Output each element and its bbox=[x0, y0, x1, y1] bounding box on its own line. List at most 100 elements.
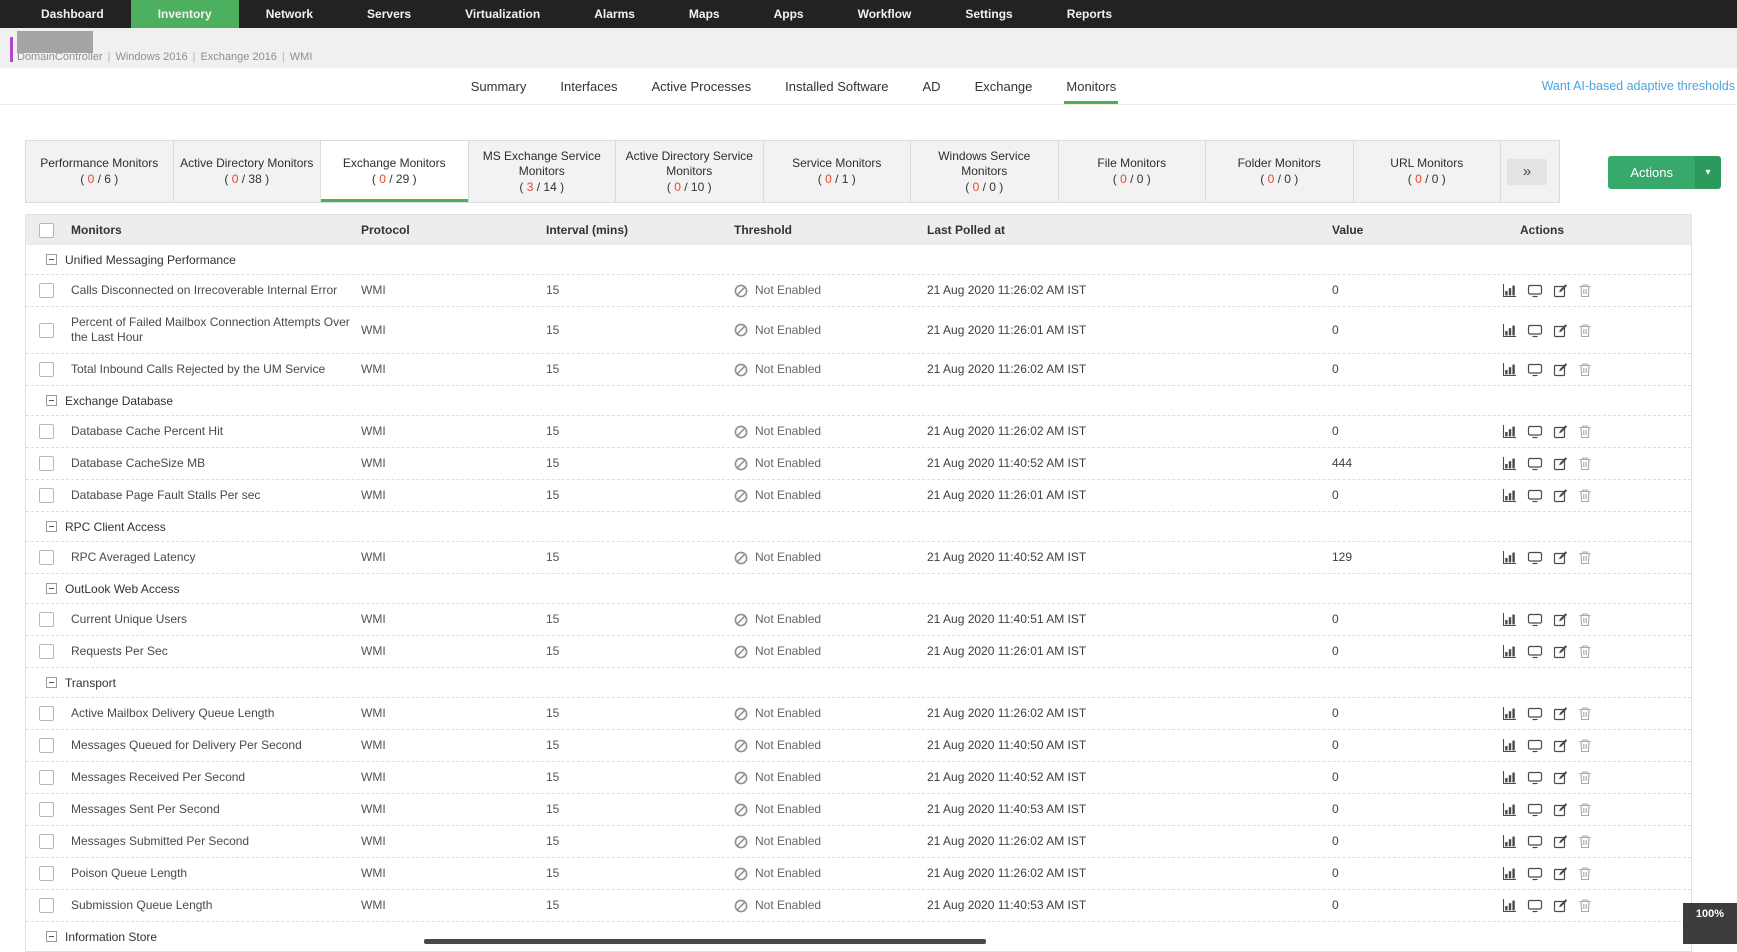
monitor-display-icon[interactable] bbox=[1527, 738, 1543, 753]
graph-icon[interactable] bbox=[1502, 770, 1517, 785]
monitor-tab-active-directory-service-monitors[interactable]: Active Directory Service Monitors ( 0 / … bbox=[616, 141, 764, 202]
nav-item-apps[interactable]: Apps bbox=[747, 0, 831, 28]
more-tabs-button[interactable]: » bbox=[1507, 159, 1547, 185]
monitor-display-icon[interactable] bbox=[1527, 283, 1543, 298]
row-checkbox[interactable] bbox=[39, 424, 54, 439]
graph-icon[interactable] bbox=[1502, 488, 1517, 503]
tab-active-processes[interactable]: Active Processes bbox=[649, 68, 753, 104]
edit-icon[interactable] bbox=[1553, 424, 1568, 439]
monitor-name[interactable]: Calls Disconnected on Irrecoverable Inte… bbox=[71, 283, 361, 298]
graph-icon[interactable] bbox=[1502, 612, 1517, 627]
monitor-name[interactable]: Database Cache Percent Hit bbox=[71, 424, 361, 439]
delete-icon[interactable] bbox=[1578, 323, 1592, 338]
monitor-name[interactable]: Total Inbound Calls Rejected by the UM S… bbox=[71, 362, 361, 377]
delete-icon[interactable] bbox=[1578, 802, 1592, 817]
breadcrumb-item-exchange-2016[interactable]: Exchange 2016 bbox=[200, 51, 276, 63]
row-checkbox[interactable] bbox=[39, 866, 54, 881]
breadcrumb-item-windows-2016[interactable]: Windows 2016 bbox=[115, 51, 187, 63]
nav-item-alarms[interactable]: Alarms bbox=[567, 0, 662, 28]
row-checkbox[interactable] bbox=[39, 456, 54, 471]
select-all-checkbox[interactable] bbox=[39, 223, 54, 238]
row-checkbox[interactable] bbox=[39, 612, 54, 627]
monitor-name[interactable]: Current Unique Users bbox=[71, 612, 361, 627]
row-checkbox[interactable] bbox=[39, 898, 54, 913]
delete-icon[interactable] bbox=[1578, 834, 1592, 849]
row-checkbox[interactable] bbox=[39, 802, 54, 817]
monitor-tab-active-directory-monitors[interactable]: Active Directory Monitors ( 0 / 38 ) bbox=[174, 141, 322, 202]
breadcrumb-item-wmi[interactable]: WMI bbox=[290, 51, 313, 63]
monitor-name[interactable]: Poison Queue Length bbox=[71, 866, 361, 881]
nav-item-inventory[interactable]: Inventory bbox=[131, 0, 239, 28]
collapse-minus-icon[interactable] bbox=[46, 395, 57, 406]
monitor-name[interactable]: Requests Per Sec bbox=[71, 644, 361, 659]
graph-icon[interactable] bbox=[1502, 866, 1517, 881]
collapse-minus-icon[interactable] bbox=[46, 931, 57, 942]
monitor-display-icon[interactable] bbox=[1527, 424, 1543, 439]
tab-summary[interactable]: Summary bbox=[469, 68, 529, 104]
monitor-display-icon[interactable] bbox=[1527, 834, 1543, 849]
delete-icon[interactable] bbox=[1578, 283, 1592, 298]
monitor-name[interactable]: Messages Queued for Delivery Per Second bbox=[71, 738, 361, 753]
breadcrumb-item-domaincontroller[interactable]: DomainController bbox=[17, 51, 103, 63]
edit-icon[interactable] bbox=[1553, 866, 1568, 881]
nav-item-dashboard[interactable]: Dashboard bbox=[14, 0, 131, 28]
monitor-name[interactable]: Database Page Fault Stalls Per sec bbox=[71, 488, 361, 503]
monitor-name[interactable]: Active Mailbox Delivery Queue Length bbox=[71, 706, 361, 721]
delete-icon[interactable] bbox=[1578, 550, 1592, 565]
monitor-display-icon[interactable] bbox=[1527, 866, 1543, 881]
monitor-display-icon[interactable] bbox=[1527, 644, 1543, 659]
delete-icon[interactable] bbox=[1578, 362, 1592, 377]
edit-icon[interactable] bbox=[1553, 550, 1568, 565]
monitor-name[interactable]: Percent of Failed Mailbox Connection Att… bbox=[71, 315, 361, 345]
delete-icon[interactable] bbox=[1578, 866, 1592, 881]
edit-icon[interactable] bbox=[1553, 738, 1568, 753]
delete-icon[interactable] bbox=[1578, 738, 1592, 753]
nav-item-servers[interactable]: Servers bbox=[340, 0, 438, 28]
edit-icon[interactable] bbox=[1553, 362, 1568, 377]
row-checkbox[interactable] bbox=[39, 738, 54, 753]
edit-icon[interactable] bbox=[1553, 283, 1568, 298]
monitor-display-icon[interactable] bbox=[1527, 898, 1543, 913]
delete-icon[interactable] bbox=[1578, 706, 1592, 721]
row-checkbox[interactable] bbox=[39, 323, 54, 338]
monitor-display-icon[interactable] bbox=[1527, 323, 1543, 338]
graph-icon[interactable] bbox=[1502, 898, 1517, 913]
row-checkbox[interactable] bbox=[39, 706, 54, 721]
graph-icon[interactable] bbox=[1502, 424, 1517, 439]
monitor-name[interactable]: Messages Submitted Per Second bbox=[71, 834, 361, 849]
monitor-tab-exchange-monitors[interactable]: Exchange Monitors ( 0 / 29 ) bbox=[321, 141, 469, 202]
graph-icon[interactable] bbox=[1502, 644, 1517, 659]
delete-icon[interactable] bbox=[1578, 644, 1592, 659]
row-checkbox[interactable] bbox=[39, 550, 54, 565]
actions-button[interactable]: Actions ▾ bbox=[1608, 156, 1721, 189]
collapse-minus-icon[interactable] bbox=[46, 254, 57, 265]
row-checkbox[interactable] bbox=[39, 283, 54, 298]
monitor-display-icon[interactable] bbox=[1527, 706, 1543, 721]
graph-icon[interactable] bbox=[1502, 802, 1517, 817]
graph-icon[interactable] bbox=[1502, 456, 1517, 471]
edit-icon[interactable] bbox=[1553, 802, 1568, 817]
collapse-minus-icon[interactable] bbox=[46, 583, 57, 594]
monitor-tab-folder-monitors[interactable]: Folder Monitors ( 0 / 0 ) bbox=[1206, 141, 1354, 202]
tab-ad[interactable]: AD bbox=[921, 68, 943, 104]
nav-item-maps[interactable]: Maps bbox=[662, 0, 747, 28]
edit-icon[interactable] bbox=[1553, 456, 1568, 471]
graph-icon[interactable] bbox=[1502, 283, 1517, 298]
nav-item-virtualization[interactable]: Virtualization bbox=[438, 0, 567, 28]
nav-item-settings[interactable]: Settings bbox=[938, 0, 1039, 28]
edit-icon[interactable] bbox=[1553, 770, 1568, 785]
nav-item-workflow[interactable]: Workflow bbox=[831, 0, 939, 28]
edit-icon[interactable] bbox=[1553, 898, 1568, 913]
nav-item-reports[interactable]: Reports bbox=[1040, 0, 1139, 28]
monitor-name[interactable]: RPC Averaged Latency bbox=[71, 550, 361, 565]
monitor-tab-windows-service-monitors[interactable]: Windows Service Monitors ( 0 / 0 ) bbox=[911, 141, 1059, 202]
tab-installed-software[interactable]: Installed Software bbox=[783, 68, 890, 104]
nav-item-network[interactable]: Network bbox=[239, 0, 340, 28]
horizontal-scrollbar[interactable] bbox=[424, 939, 986, 944]
adaptive-thresholds-link[interactable]: Want AI-based adaptive thresholds bbox=[1542, 68, 1735, 104]
monitor-name[interactable]: Submission Queue Length bbox=[71, 898, 361, 913]
monitor-name[interactable]: Messages Received Per Second bbox=[71, 770, 361, 785]
row-checkbox[interactable] bbox=[39, 362, 54, 377]
monitor-name[interactable]: Messages Sent Per Second bbox=[71, 802, 361, 817]
monitor-tab-ms-exchange-service-monitors[interactable]: MS Exchange Service Monitors ( 3 / 14 ) bbox=[469, 141, 617, 202]
